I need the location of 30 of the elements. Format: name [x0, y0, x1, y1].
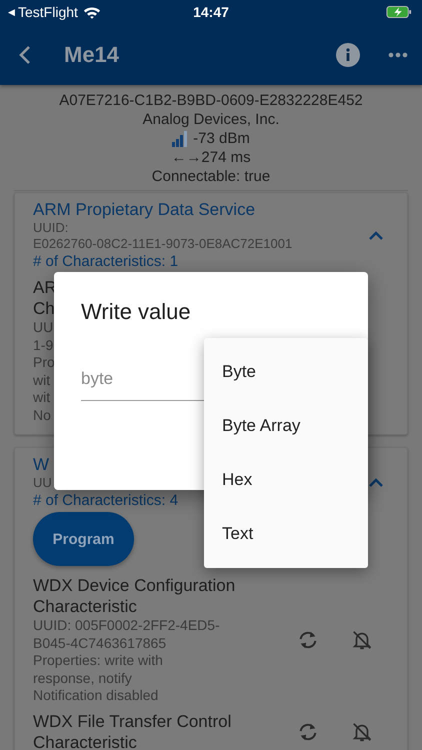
service-uuid: UUID:	[33, 220, 68, 236]
characteristics-count: # of Characteristics: 4	[33, 491, 178, 510]
manufacturer: Analog Devices, Inc.	[142, 110, 280, 129]
screen-title: Me14	[64, 42, 120, 68]
program-button[interactable]: Program	[33, 512, 134, 566]
service-uuid: E0262760-08C2-11E1-9073-0E8AC72E1001	[33, 236, 292, 252]
signal-strength: -73 dBm	[193, 129, 250, 148]
characteristic-detail: No	[33, 406, 51, 424]
characteristic-detail: wit	[33, 389, 50, 406]
dialog-title: Write value	[81, 299, 191, 325]
characteristics-count: # of Characteristics: 1	[33, 252, 178, 271]
characteristic-name: WDX File Transfer Control Characteristic	[33, 710, 232, 750]
menu-item[interactable]: Byte Array	[204, 399, 368, 453]
clock: 14:47	[193, 4, 229, 20]
connectable-status: Connectable: true	[152, 167, 270, 186]
characteristic-detail: Pro	[33, 354, 55, 372]
characteristic-name: WDX Device Configuration Characteristic	[33, 575, 236, 617]
characteristic-detail: Properties: write with response, notify	[33, 652, 164, 687]
characteristic-name: Ch	[33, 298, 55, 319]
characteristic-detail: 1-9	[33, 336, 54, 354]
connection-interval: ←→274 ms	[171, 148, 251, 167]
menu-item[interactable]: Text	[204, 507, 368, 561]
service-uuid: UU	[33, 475, 52, 491]
characteristic-detail: UUID: 005F0002-2FF2-4ED5-B045-4C7463617865	[33, 617, 221, 652]
characteristic-detail: wit	[33, 372, 50, 389]
menu-item[interactable]: Hex	[204, 453, 368, 507]
device-uuid: A07E7216-C1B2-B9BD-0609-E2832228E452	[59, 91, 363, 110]
characteristic-detail: Notification disabled	[33, 687, 158, 704]
back-to-app-link[interactable]: ◀ TestFlight	[8, 4, 78, 20]
characteristic-detail: UU	[33, 319, 54, 336]
